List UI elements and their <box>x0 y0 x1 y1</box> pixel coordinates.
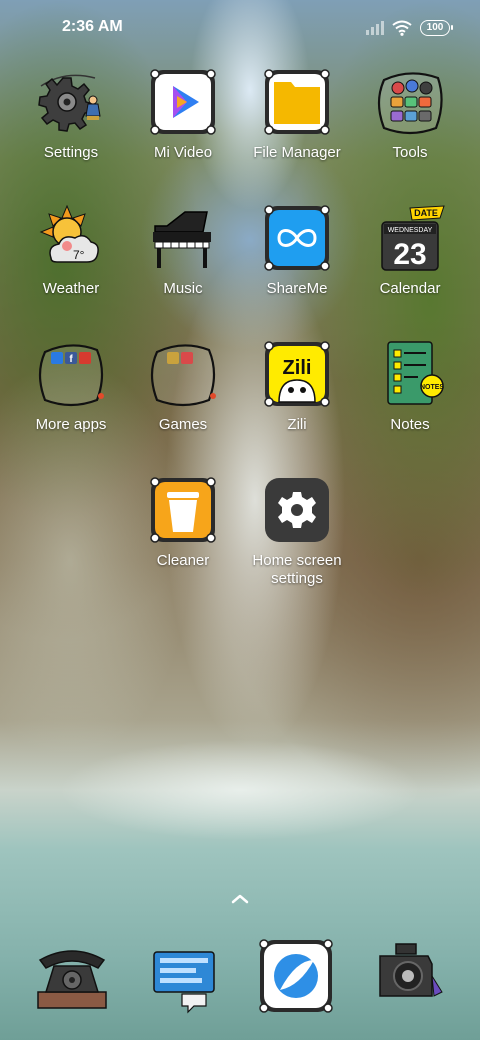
weather-temp: 7° <box>73 248 85 262</box>
app-label: Zili <box>287 416 307 433</box>
app-label: Home screen settings <box>252 552 342 587</box>
calendar-icon: WEDNESDAY 23 DATE <box>374 202 446 274</box>
app-notes[interactable]: NOTES Notes <box>355 338 465 434</box>
battery-icon: 100 <box>420 20 453 36</box>
app-label: Mi Video <box>153 144 213 161</box>
folder-more-apps[interactable]: f More apps <box>16 338 126 434</box>
app-label: Music <box>163 280 203 297</box>
app-label: Settings <box>43 144 99 161</box>
telephone-icon <box>37 950 107 1009</box>
calendar-date: 23 <box>393 238 426 271</box>
folder-icon <box>261 66 333 138</box>
app-file-manager[interactable]: File Manager <box>242 66 352 162</box>
app-label: Weather <box>42 280 100 297</box>
tools-folder-icon <box>374 66 446 138</box>
folder-icon: f <box>35 338 107 410</box>
folder-label: Games <box>158 416 208 433</box>
notes-tag: NOTES <box>420 384 444 391</box>
folder-label: More apps <box>35 416 107 433</box>
zili-icon: Zili <box>261 338 333 410</box>
planet-icon <box>259 939 333 1013</box>
app-label: File Manager <box>253 144 341 161</box>
calendar-badge: DATE <box>414 208 438 218</box>
app-mi-video[interactable]: Mi Video <box>128 66 238 162</box>
app-settings[interactable]: Settings <box>16 66 126 162</box>
folder-tools[interactable]: Tools <box>355 66 465 162</box>
weather-icon: 7° <box>35 202 107 274</box>
app-label: Cleaner <box>156 552 210 569</box>
folder-label: Tools <box>392 144 428 161</box>
gear-icon <box>261 474 333 546</box>
folder-icon <box>147 338 219 410</box>
app-label: ShareMe <box>266 280 328 297</box>
gear-icon <box>35 66 107 138</box>
app-calendar[interactable]: WEDNESDAY 23 DATE Calendar <box>355 202 465 298</box>
dock-browser[interactable] <box>256 936 336 1016</box>
infinity-icon <box>261 202 333 274</box>
app-shareme[interactable]: ShareMe <box>242 202 352 298</box>
app-label: Notes <box>390 416 430 433</box>
piano-icon <box>147 202 219 274</box>
trash-icon <box>147 474 219 546</box>
signal-icon <box>366 21 384 35</box>
zili-logo: Zili <box>283 357 312 379</box>
app-weather[interactable]: 7° Weather <box>16 202 126 298</box>
app-cleaner[interactable]: Cleaner <box>128 474 238 570</box>
folder-games[interactable]: Games <box>128 338 238 434</box>
dock-camera[interactable] <box>368 936 448 1016</box>
app-music[interactable]: Music <box>128 202 238 298</box>
calendar-weekday: WEDNESDAY <box>388 227 433 234</box>
dock-messaging[interactable] <box>144 936 224 1016</box>
app-zili[interactable]: Zili Zili <box>242 338 352 434</box>
play-icon <box>147 66 219 138</box>
camera-icon <box>379 943 443 997</box>
status-icons: 100 <box>366 19 453 37</box>
app-label: Calendar <box>379 280 441 297</box>
notes-icon: NOTES <box>374 338 446 410</box>
chat-icon <box>153 951 215 1014</box>
chevron-up-icon[interactable] <box>226 888 254 908</box>
status-time: 2:36 AM <box>62 18 123 35</box>
wifi-icon <box>392 20 412 36</box>
dock-phone[interactable] <box>32 936 112 1016</box>
home-screen-settings[interactable]: Home screen settings <box>242 474 352 588</box>
status-bar: 2:36 AM 100 <box>0 0 480 56</box>
